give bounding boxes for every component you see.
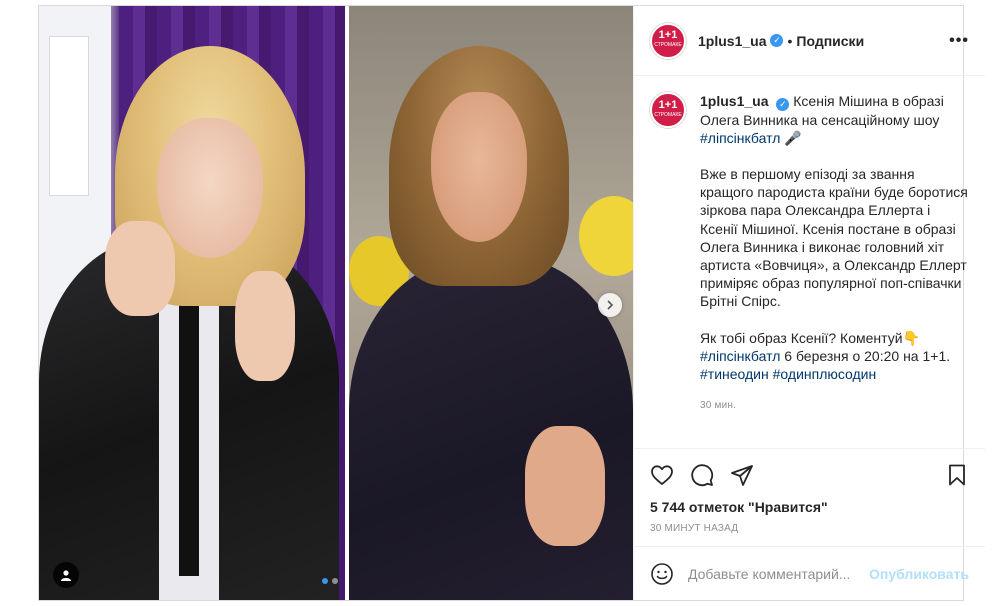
post-header: 1+1 СТРОМАКЕ 1plus1_ua ✓ • Подписки ••• [634, 6, 985, 76]
hashtag-link[interactable]: #ліпсінкбатл [700, 130, 780, 146]
avatar-logo-text: 1+1 [658, 98, 678, 111]
comment-bar: Опубликовать [634, 546, 985, 600]
chevron-right-icon [607, 300, 614, 310]
caption-text: 1plus1_ua ✓ Ксенія Мішина в образі Олега… [700, 92, 969, 448]
comment-icon[interactable] [690, 463, 714, 487]
hashtag-link[interactable]: #ліпсінкбатл [700, 348, 780, 364]
verified-badge-icon: ✓ [770, 34, 784, 47]
avatar-logo-subtext: СТРОМАКЕ [654, 111, 682, 118]
caption-text-part: Як тобі образ Ксенії? Коментуй [700, 329, 903, 346]
carousel-dot [332, 578, 338, 584]
photo-right [349, 6, 633, 600]
separator-dot: • [787, 32, 793, 49]
likes-count-button[interactable]: 5 744 отметок "Нравится" [650, 499, 969, 515]
caption-area: 1+1 СТРОМАКЕ 1plus1_ua ✓ Ксенія Мішина в… [634, 76, 985, 448]
post-media[interactable] [39, 6, 633, 600]
share-icon[interactable] [730, 463, 754, 487]
publish-button[interactable]: Опубликовать [869, 566, 969, 582]
tagged-users-button[interactable] [53, 562, 79, 588]
post-timestamp: 30 МИНУТ НАЗАД [650, 523, 739, 534]
caption-paragraph: Вже в першому епізоді за звання кращого … [700, 166, 968, 310]
username-link[interactable]: 1plus1_ua [698, 33, 766, 49]
user-icon [61, 570, 71, 581]
avatar[interactable]: 1+1 СТРОМАКЕ [650, 22, 686, 59]
caption-username-link[interactable]: 1plus1_ua [700, 93, 768, 109]
carousel-indicator [322, 578, 338, 584]
action-icons [650, 457, 969, 493]
bookmark-icon[interactable] [945, 463, 969, 487]
carousel-dot [322, 578, 328, 584]
hashtag-link[interactable]: #одинплюсодин [773, 366, 877, 382]
heart-icon[interactable] [650, 463, 674, 487]
following-button[interactable]: Подписки [796, 33, 864, 49]
photo-left [39, 6, 345, 600]
comment-input[interactable] [688, 565, 869, 582]
instagram-post: 1+1 СТРОМАКЕ 1plus1_ua ✓ • Подписки ••• … [38, 5, 985, 601]
emoji: 🎤 [784, 129, 802, 146]
emoji-icon[interactable] [650, 562, 674, 586]
post-sidebar: 1+1 СТРОМАКЕ 1plus1_ua ✓ • Подписки ••• … [633, 6, 985, 600]
caption-time-ago: 30 мин. [700, 400, 737, 412]
post-actions: 5 744 отметок "Нравится" 30 МИНУТ НАЗАД [634, 448, 985, 534]
verified-badge-icon: ✓ [776, 97, 790, 111]
carousel-next-button[interactable] [598, 293, 622, 317]
caption-text-part: 6 березня о 20:20 на 1+1. [780, 347, 951, 364]
more-options-icon[interactable]: ••• [949, 32, 969, 50]
emoji: 👇 [902, 329, 920, 346]
avatar-logo-subtext: СТРОМАКЕ [654, 42, 682, 48]
avatar[interactable]: 1+1 СТРОМАКЕ [650, 92, 686, 128]
hashtag-link[interactable]: #тинеодин [700, 366, 769, 382]
